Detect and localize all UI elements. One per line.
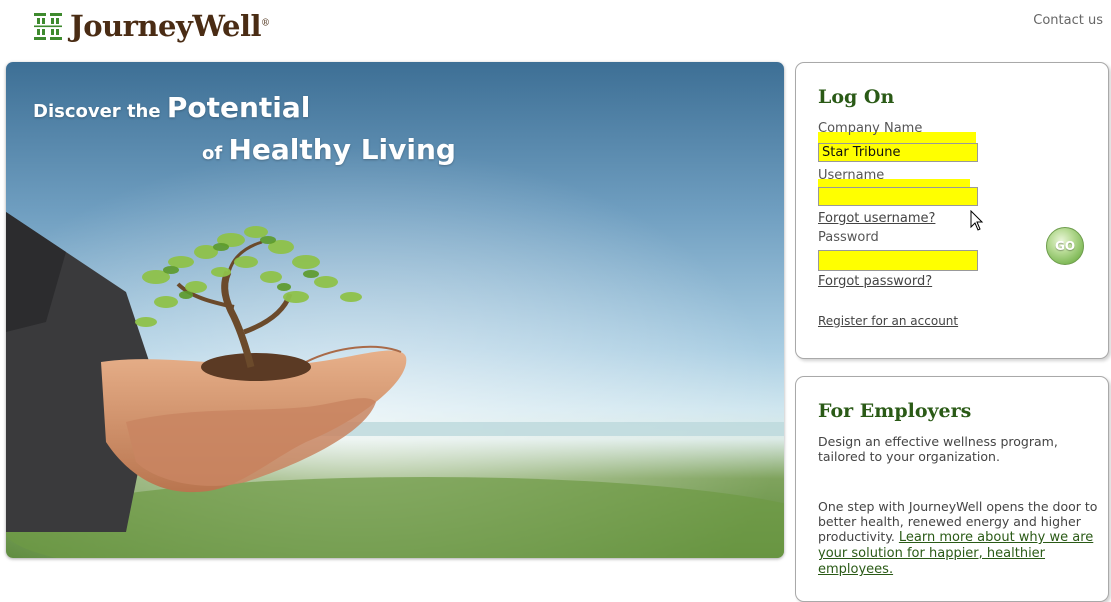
username-label: Username bbox=[818, 168, 885, 183]
login-panel: Log On Company Name Username Forgot user… bbox=[795, 62, 1109, 359]
employers-title: For Employers bbox=[818, 400, 972, 422]
login-title: Log On bbox=[818, 86, 895, 108]
employers-description: One step with JourneyWell opens the door… bbox=[818, 499, 1103, 577]
password-label: Password bbox=[818, 230, 879, 245]
hero-headline-line1: Discover the Potential bbox=[33, 91, 311, 124]
contact-us-link[interactable]: Contact us bbox=[1033, 13, 1103, 28]
go-button[interactable]: GO bbox=[1046, 227, 1084, 265]
employers-panel: For Employers Design an effective wellne… bbox=[795, 376, 1109, 602]
register-account-link[interactable]: Register for an account bbox=[818, 314, 958, 328]
employers-intro-text: Design an effective wellness program, ta… bbox=[818, 434, 1058, 464]
brand-name: JourneyWell® bbox=[70, 8, 270, 43]
journeywell-logo[interactable]: JourneyWell® bbox=[32, 6, 270, 46]
password-input[interactable] bbox=[818, 250, 978, 271]
trademark-symbol: ® bbox=[261, 17, 270, 28]
mouse-pointer-icon bbox=[970, 210, 984, 231]
username-input[interactable] bbox=[818, 187, 978, 206]
company-name-label: Company Name bbox=[818, 121, 923, 136]
company-name-input[interactable] bbox=[818, 143, 978, 162]
sunburst-logo-icon bbox=[34, 13, 62, 40]
hero-banner: Discover the Potential of Healthy Living bbox=[6, 62, 784, 558]
hero-headline-line2: of Healthy Living bbox=[202, 133, 456, 166]
forgot-username-link[interactable]: Forgot username? bbox=[818, 211, 935, 226]
forgot-password-link[interactable]: Forgot password? bbox=[818, 274, 932, 289]
